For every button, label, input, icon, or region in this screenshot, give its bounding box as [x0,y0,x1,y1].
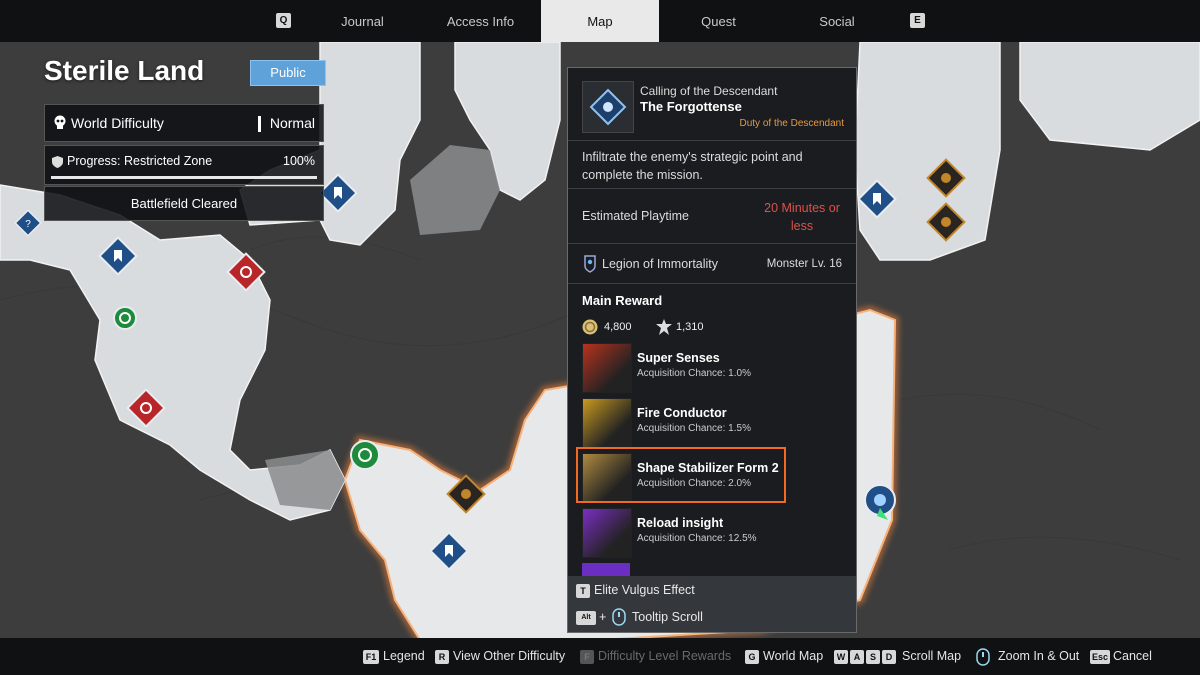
xp-reward: 1,310 [676,321,704,333]
playtime-label: Estimated Playtime [582,209,689,223]
faction-name: Legion of Immortality [602,257,719,271]
progress-label: Progress: Restricted Zone [67,154,213,168]
legend-key[interactable]: F1 [363,650,379,664]
a-key[interactable]: A [850,650,864,664]
mission-tooltip: Calling of the Descendant The Forgottens… [567,67,857,633]
battlefield-status-label: Battlefield Cleared [130,196,238,211]
map-marker-green [113,306,137,330]
reward-name: Super Senses [637,351,720,365]
zoom-label[interactable]: Zoom In & Out [998,649,1079,663]
skull-icon [54,115,66,129]
gold-coin-icon [582,319,598,335]
monster-level: Monster Lv. 16 [766,258,842,270]
mission-description: Infiltrate the enemy's strategic point a… [582,150,803,182]
mission-header: Calling of the Descendant The Forgottens… [568,68,856,140]
divider [568,188,856,189]
s-key[interactable]: S [866,650,880,664]
difficulty-key[interactable]: R [435,650,449,664]
mission-icon [582,81,634,133]
legion-icon [584,255,596,273]
reward-item[interactable]: Fire Conductor Acquisition Chance: 1.5% [582,398,844,448]
reward-name: Fire Conductor [637,406,727,420]
w-key[interactable]: W [834,650,848,664]
elite-key[interactable]: T [576,584,590,598]
tab-access-info[interactable]: Access Info [420,0,541,42]
mission-subtitle: Calling of the Descendant [640,84,778,98]
esc-key[interactable]: Esc [1090,650,1110,664]
shield-icon [52,156,63,168]
mission-duty: Duty of the Descendant [739,118,844,129]
zone-progress-row: Progress: Restricted Zone 100% [44,145,324,185]
mission-title: The Forgottense [640,99,742,114]
reward-name: Reload insight [637,516,724,530]
reward-chance: Acquisition Chance: 12.5% [637,533,757,544]
world-difficulty-value: Normal [269,115,315,131]
difficulty-divider [258,116,261,132]
elite-effect-label: Elite Vulgus Effect [594,583,695,597]
top-navigation-bar: Q Journal Access Info Map Quest Social E [0,0,1200,42]
reward-thumbnail [582,398,632,448]
world-difficulty-row[interactable]: World Difficulty Normal [44,104,324,142]
view-other-difficulty-label[interactable]: View Other Difficulty [453,649,565,663]
tab-social[interactable]: Social [778,0,896,42]
mouse-zoom-icon [976,648,990,666]
region-title: Sterile Land [44,55,205,86]
reward-item[interactable]: Super Senses Acquisition Chance: 1.0% [582,343,844,393]
progress-value: 100% [283,154,315,168]
nav-next-key[interactable]: E [910,13,925,28]
divider [568,283,856,284]
map-marker-green [350,440,380,470]
reward-thumbnail-partial [582,563,630,576]
bottom-action-bar: F1 Legend R View Other Difficulty F Diff… [0,638,1200,675]
tooltip-scroll-label: Tooltip Scroll [632,610,703,624]
tab-journal[interactable]: Journal [305,0,420,42]
mouse-scroll-icon [612,608,626,626]
xp-icon [656,319,672,335]
svg-text:?: ? [25,219,31,230]
main-reward-heading: Main Reward [582,293,663,308]
progress-fill [51,176,317,179]
progress-track [51,176,317,179]
alt-key[interactable]: Alt [576,611,596,625]
tab-map[interactable]: Map [541,0,659,42]
gold-reward: 4,800 [604,321,632,333]
divider [568,243,856,244]
scroll-map-label[interactable]: Scroll Map [902,649,961,663]
world-map-key[interactable]: G [745,650,759,664]
battlefield-status: Battlefield Cleared [44,186,324,221]
reward-chance: Acquisition Chance: 1.5% [637,423,751,434]
d-key[interactable]: D [882,650,896,664]
difficulty-rewards-label: Difficulty Level Rewards [598,649,732,663]
tab-quest[interactable]: Quest [659,0,778,42]
reward-thumbnail [582,508,632,558]
rewards-key: F [580,650,594,664]
selected-reward-highlight [576,447,786,503]
world-difficulty-label: World Difficulty [71,115,164,131]
plus-sign: + [599,610,607,624]
reward-item[interactable]: Reload insight Acquisition Chance: 12.5% [582,508,844,558]
reward-chance: Acquisition Chance: 1.0% [637,368,751,379]
reward-thumbnail [582,343,632,393]
legend-label[interactable]: Legend [383,649,425,663]
world-map-label[interactable]: World Map [763,649,823,663]
divider [568,140,856,141]
visibility-badge: Public [250,60,326,86]
nav-prev-key[interactable]: Q [276,13,291,28]
cancel-label[interactable]: Cancel [1113,649,1152,663]
playtime-value: 20 Minutes or less [764,201,840,233]
tooltip-footer: T Elite Vulgus Effect Alt + Tooltip Scro… [568,576,856,632]
